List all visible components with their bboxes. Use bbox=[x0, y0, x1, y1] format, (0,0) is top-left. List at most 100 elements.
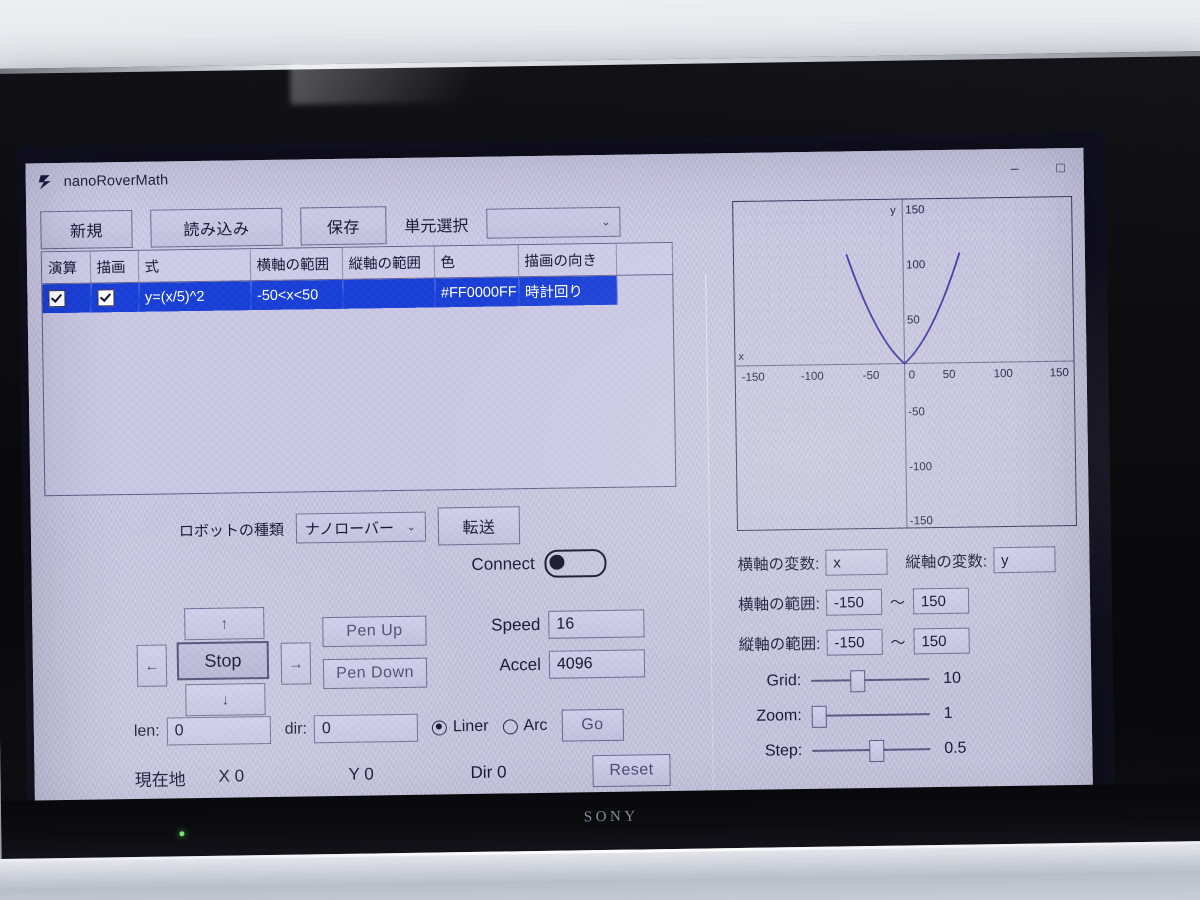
move-right-button[interactable]: → bbox=[280, 642, 312, 685]
save-button[interactable]: 保存 bbox=[300, 206, 387, 246]
move-up-button[interactable]: ↑ bbox=[184, 607, 265, 641]
position-dir: Dir 0 bbox=[470, 762, 507, 782]
len-field: len: 0 bbox=[133, 715, 271, 746]
axis-settings-panel: 横軸の変数: x 縦軸の変数: y 横軸の範囲: -150 ～ 150 縦軸の範… bbox=[737, 546, 1070, 776]
svg-text:-150: -150 bbox=[742, 372, 765, 384]
new-button[interactable]: 新規 bbox=[40, 209, 133, 250]
calc-checkbox[interactable] bbox=[48, 289, 66, 308]
svg-text:-50: -50 bbox=[908, 406, 925, 418]
x-axis-name: x bbox=[738, 351, 744, 363]
cell-spacer bbox=[616, 274, 673, 305]
grid-slider-row: Grid: 10 bbox=[739, 666, 1069, 693]
svg-text:150: 150 bbox=[1050, 367, 1069, 379]
toggle-knob bbox=[549, 554, 565, 570]
monitor-screen: – ❐ × nanoRoverMath – □ bbox=[17, 130, 1116, 862]
draw-checkbox[interactable] bbox=[96, 289, 115, 307]
unit-select-dropdown[interactable]: ⌄ bbox=[486, 206, 621, 239]
header-expression[interactable]: 式 bbox=[137, 249, 251, 283]
grid-slider[interactable] bbox=[811, 668, 930, 693]
formula-table[interactable]: 演算 描画 式 横軸の範囲 縦軸の範囲 色 描画の向き y=(x/5)^2 -5… bbox=[40, 241, 677, 497]
cell-draw-checkbox[interactable] bbox=[90, 282, 139, 313]
x-variable-input[interactable]: x bbox=[825, 548, 888, 576]
move-down-button[interactable]: ↓ bbox=[185, 683, 266, 717]
nanorovermath-window: nanoRoverMath – □ 新規 読み込み 保存 単元選択 ⌄ 演算 描… bbox=[25, 147, 1094, 854]
bezel-glint bbox=[290, 58, 541, 105]
chevron-down-icon: ⌄ bbox=[406, 521, 417, 534]
x-range-max-input[interactable]: 150 bbox=[912, 587, 970, 615]
app-window-controls[interactable]: – □ bbox=[991, 148, 1084, 187]
y-variable-input[interactable]: y bbox=[992, 546, 1056, 574]
cell-calc-checkbox[interactable] bbox=[42, 283, 91, 314]
speed-row: Speed 16 bbox=[484, 609, 645, 639]
grid-slider-track bbox=[811, 678, 930, 682]
stop-button[interactable]: Stop bbox=[176, 640, 270, 681]
dir-input[interactable]: 0 bbox=[313, 713, 419, 744]
header-direction[interactable]: 描画の向き bbox=[517, 243, 617, 277]
graph-plot-area[interactable]: y x -150 -100 -50 0 50 100 150 150 100 5… bbox=[732, 196, 1077, 532]
x-range-tilde: ～ bbox=[889, 594, 906, 612]
slider-group: Grid: 10 Zoom: 1 Step: 0.5 bbox=[739, 666, 1070, 763]
minimize-button[interactable]: – bbox=[991, 149, 1038, 188]
svg-text:100: 100 bbox=[994, 368, 1013, 380]
x-range-row: 横軸の範囲: -150 ～ 150 bbox=[738, 586, 1068, 617]
load-button[interactable]: 読み込み bbox=[150, 207, 283, 248]
cell-y-range[interactable] bbox=[342, 277, 435, 309]
zoom-slider-thumb[interactable] bbox=[811, 705, 827, 728]
arc-radio-group[interactable]: Arc bbox=[502, 716, 548, 736]
header-draw[interactable]: 描画 bbox=[89, 250, 139, 284]
unit-select-label: 単元選択 bbox=[404, 217, 469, 236]
photograph-of-monitor: – ❐ × nanoRoverMath – □ bbox=[0, 0, 1200, 900]
cell-direction[interactable]: 時計回り bbox=[518, 275, 617, 307]
step-label: Step: bbox=[764, 742, 803, 760]
y-range-row: 縦軸の範囲: -150 ～ 150 bbox=[738, 626, 1068, 657]
header-color[interactable]: 色 bbox=[433, 245, 519, 278]
reset-button[interactable]: Reset bbox=[592, 754, 671, 788]
current-position-row: 現在地 X 0 Y 0 Dir 0 Reset bbox=[134, 754, 671, 794]
step-slider[interactable] bbox=[812, 738, 931, 763]
svg-text:-50: -50 bbox=[863, 370, 880, 382]
dir-label: dir: bbox=[284, 720, 308, 738]
move-left-button[interactable]: ← bbox=[136, 644, 168, 687]
sony-monitor: – ❐ × nanoRoverMath – □ bbox=[0, 50, 1200, 900]
y-range-min-input[interactable]: -150 bbox=[826, 628, 883, 656]
pen-up-button[interactable]: Pen Up bbox=[322, 615, 427, 648]
step-slider-thumb[interactable] bbox=[868, 739, 885, 763]
speed-accel-group: Speed 16 Accel 4096 bbox=[484, 609, 646, 691]
position-y: Y 0 bbox=[348, 764, 374, 784]
zoom-slider[interactable] bbox=[811, 703, 930, 728]
grid-slider-thumb[interactable] bbox=[850, 670, 866, 693]
liner-radio-group[interactable]: Liner bbox=[431, 718, 489, 737]
header-y-range[interactable]: 縦軸の範囲 bbox=[341, 246, 435, 280]
liner-radio[interactable] bbox=[431, 719, 448, 736]
connect-toggle[interactable] bbox=[544, 548, 607, 578]
robot-type-row: ロボットの種類 ナノローバー ⌄ 転送 bbox=[179, 506, 521, 549]
transfer-button[interactable]: 転送 bbox=[437, 506, 521, 546]
position-x: X 0 bbox=[218, 766, 245, 786]
len-label: len: bbox=[133, 722, 160, 740]
zoom-slider-track bbox=[811, 713, 930, 717]
chevron-down-icon: ⌄ bbox=[601, 216, 611, 229]
accel-row: Accel 4096 bbox=[485, 649, 646, 679]
header-calc[interactable]: 演算 bbox=[41, 251, 91, 284]
arc-label: Arc bbox=[523, 716, 548, 735]
y-variable-label: 縦軸の変数: bbox=[905, 553, 988, 572]
cell-color[interactable]: #FF0000FF bbox=[434, 276, 519, 308]
y-axis-name: y bbox=[890, 205, 896, 217]
cell-expression[interactable]: y=(x/5)^2 bbox=[138, 280, 251, 312]
y-range-max-input[interactable]: 150 bbox=[913, 627, 970, 655]
header-x-range[interactable]: 横軸の範囲 bbox=[249, 247, 343, 281]
robot-type-dropdown[interactable]: ナノローバー ⌄ bbox=[295, 511, 427, 544]
go-button[interactable]: Go bbox=[561, 708, 624, 742]
svg-text:150: 150 bbox=[905, 204, 924, 216]
maximize-button[interactable]: □ bbox=[1037, 148, 1084, 187]
speed-input[interactable]: 16 bbox=[548, 609, 645, 639]
cell-x-range[interactable]: -50<x<50 bbox=[250, 279, 343, 311]
x-range-min-input[interactable]: -150 bbox=[825, 588, 883, 616]
arc-radio[interactable] bbox=[502, 718, 518, 735]
pen-down-button[interactable]: Pen Down bbox=[322, 657, 428, 690]
accel-input[interactable]: 4096 bbox=[548, 649, 646, 679]
len-input[interactable]: 0 bbox=[166, 715, 271, 746]
y-range-tilde: ～ bbox=[890, 634, 906, 652]
y-range-label: 縦軸の範囲: bbox=[738, 635, 821, 655]
x-variable-label: 横軸の変数: bbox=[737, 555, 820, 575]
